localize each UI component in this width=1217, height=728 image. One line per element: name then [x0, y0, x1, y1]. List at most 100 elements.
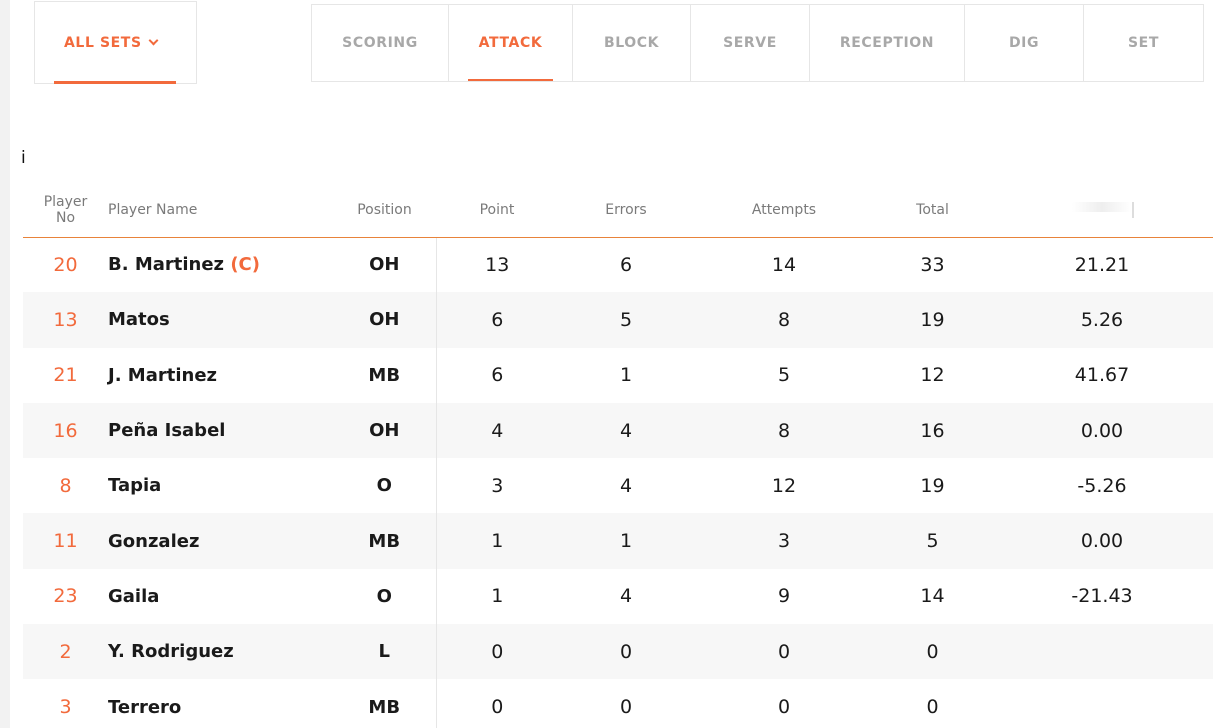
- attack-stats-table: Player No Player Name Position Point Erro…: [23, 180, 1213, 728]
- player-name-cell: B. Martinez (C): [108, 237, 333, 292]
- stat-errors: 6: [619, 253, 633, 276]
- stat-errors: 1: [619, 364, 633, 387]
- header-percentage-obscured[interactable]: [991, 180, 1213, 238]
- player-name[interactable]: Gonzalez: [108, 531, 199, 552]
- tab-scoring[interactable]: SCORING: [312, 5, 449, 81]
- stat-attempts: 3: [694, 513, 874, 569]
- table-row: 11 Gonzalez MB 1 1 3 5 0.00: [23, 513, 1213, 569]
- stat-percentage: [991, 679, 1213, 728]
- player-name[interactable]: Gaila: [108, 586, 159, 607]
- header-attempts[interactable]: Attempts: [694, 180, 874, 238]
- table-row: 23 Gaila O 1 4 9 14 -21.43: [23, 568, 1213, 625]
- table-row: 3 Terrero MB 0 0 0 0: [23, 679, 1213, 728]
- tab-set[interactable]: SET: [1084, 5, 1203, 81]
- player-name[interactable]: Terrero: [108, 697, 181, 718]
- tab-attack[interactable]: ATTACK: [449, 5, 573, 81]
- tab-serve[interactable]: SERVE: [691, 5, 810, 81]
- header-position[interactable]: Position: [333, 180, 436, 238]
- player-position: OH: [333, 402, 437, 459]
- player-name[interactable]: J. Martinez: [108, 365, 217, 386]
- player-number: 2: [23, 624, 108, 680]
- stat-errors: 4: [619, 585, 633, 608]
- table-row: 20 B. Martinez (C) OH 13 6 14 33 21.21: [23, 237, 1213, 293]
- header-player-name[interactable]: Player Name: [108, 180, 333, 238]
- table-row: 13 Matos OH 6 5 8 19 5.26: [23, 292, 1213, 348]
- player-number: 23: [53, 585, 78, 608]
- table-row: 16 Peña Isabel OH 4 4 8 16 0.00: [23, 402, 1213, 459]
- player-name-cell: Gonzalez: [108, 513, 333, 569]
- header-errors[interactable]: Errors: [558, 180, 694, 238]
- stat-point: 3: [491, 474, 504, 497]
- stat-point: 6: [436, 292, 558, 348]
- player-name-cell: Matos: [108, 292, 333, 348]
- sets-dropdown-label: ALL SETS: [64, 35, 142, 51]
- stat-total: 19: [920, 474, 945, 497]
- table-header-row: Player No Player Name Position Point Erro…: [23, 180, 1213, 238]
- stat-total: 33: [920, 253, 945, 276]
- stat-attempts: 12: [771, 474, 797, 497]
- player-name[interactable]: Y. Rodriguez: [108, 641, 234, 662]
- stat-errors: 1: [558, 513, 694, 569]
- player-number: 13: [23, 292, 108, 348]
- player-position: O: [333, 458, 437, 514]
- tab-label: ATTACK: [478, 35, 543, 51]
- table-row: 8 Tapia O 3 4 12 19 -5.26: [23, 458, 1213, 514]
- tab-block[interactable]: BLOCK: [573, 5, 691, 81]
- player-position: MB: [333, 347, 437, 403]
- stat-errors: 4: [558, 402, 694, 459]
- stat-point: 1: [491, 585, 504, 608]
- header-point[interactable]: Point: [436, 180, 558, 238]
- info-marker: i: [21, 148, 26, 168]
- left-edge-strip: [0, 0, 10, 728]
- player-position: O: [333, 568, 437, 625]
- player-name[interactable]: B. Martinez: [108, 254, 224, 275]
- stat-point: 1: [436, 513, 558, 569]
- player-position: L: [333, 624, 437, 680]
- tab-label: SERVE: [723, 35, 777, 51]
- stat-point: 4: [436, 402, 558, 459]
- stat-errors: 0: [558, 624, 694, 680]
- stat-percentage: -5.26: [1077, 474, 1127, 497]
- stat-total: 12: [920, 364, 945, 387]
- player-position: OH: [333, 292, 437, 348]
- stat-point: 0: [491, 696, 504, 719]
- player-number: 16: [23, 402, 108, 459]
- header-total[interactable]: Total: [874, 180, 991, 238]
- player-number: 11: [23, 513, 108, 569]
- captain-badge: (C): [230, 254, 260, 276]
- stat-attempts: 14: [771, 253, 797, 276]
- stat-total: 0: [926, 696, 939, 719]
- player-number: 8: [59, 474, 72, 497]
- stat-percentage: 5.26: [991, 292, 1213, 348]
- header-player-no[interactable]: Player No: [23, 180, 108, 238]
- player-position: MB: [333, 679, 437, 728]
- stat-total: 19: [874, 292, 991, 348]
- tab-label: DIG: [1008, 35, 1040, 51]
- stat-errors: 0: [619, 696, 633, 719]
- player-position: OH: [333, 237, 437, 293]
- chevron-down-icon: [148, 35, 159, 45]
- player-name-cell: Y. Rodriguez: [108, 624, 333, 680]
- table-row: 21 J. Martinez MB 6 1 5 12 41.67: [23, 347, 1213, 403]
- player-name[interactable]: Tapia: [108, 475, 161, 496]
- player-number: 21: [53, 364, 78, 387]
- tab-dig[interactable]: DIG: [965, 5, 1084, 81]
- player-name-cell: Gaila: [108, 569, 333, 624]
- stat-attempts: 5: [777, 364, 791, 387]
- stat-attempts: 9: [777, 585, 791, 608]
- stat-total: 0: [874, 624, 991, 680]
- stat-point: 13: [485, 253, 510, 276]
- obscured-header-text: [1072, 202, 1132, 213]
- player-number: 20: [53, 253, 78, 276]
- sets-dropdown[interactable]: ALL SETS: [34, 1, 197, 84]
- tab-reception[interactable]: RECEPTION: [810, 5, 965, 81]
- stat-tabs: SCORING ATTACK BLOCK SERVE RECEPTION DIG…: [311, 4, 1204, 82]
- stat-percentage: -21.43: [1071, 585, 1133, 608]
- player-name[interactable]: Matos: [108, 309, 170, 330]
- player-name[interactable]: Peña Isabel: [108, 420, 225, 441]
- tab-label: RECEPTION: [839, 35, 935, 51]
- player-name-cell: J. Martinez: [108, 348, 333, 403]
- player-name-cell: Terrero: [108, 679, 333, 728]
- stat-point: 0: [436, 624, 558, 680]
- tab-label: SET: [1128, 35, 1159, 51]
